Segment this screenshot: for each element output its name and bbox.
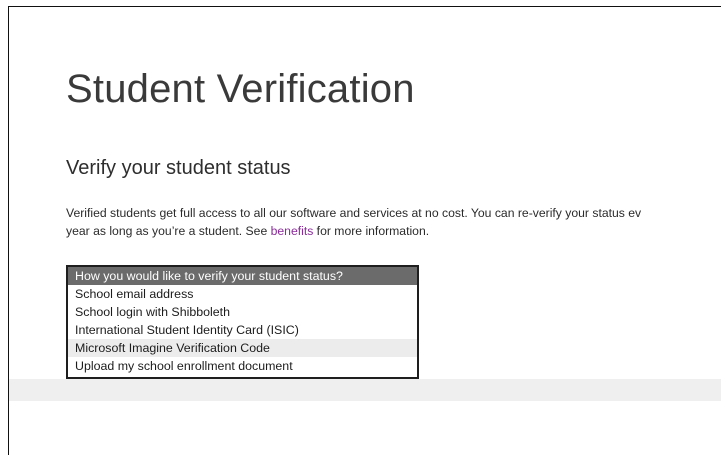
verification-description: Verified students get full access to all… bbox=[66, 204, 721, 240]
content-frame: Student Verification Verify your student… bbox=[8, 6, 721, 455]
section-title: Verify your student status bbox=[66, 157, 291, 179]
option-imagine-code[interactable]: Microsoft Imagine Verification Code bbox=[68, 339, 417, 357]
page-footer-band bbox=[9, 379, 721, 401]
description-line-1: Verified students get full access to all… bbox=[66, 206, 642, 220]
description-line-2: year as long as you’re a student. See be… bbox=[66, 222, 721, 240]
option-school-email[interactable]: School email address bbox=[68, 285, 417, 303]
option-upload-document[interactable]: Upload my school enrollment document bbox=[68, 357, 417, 375]
option-shibboleth-login[interactable]: School login with Shibboleth bbox=[68, 303, 417, 321]
option-isic-card[interactable]: International Student Identity Card (ISI… bbox=[68, 321, 417, 339]
description-text-end: for more information. bbox=[313, 224, 430, 238]
page-title: Student Verification bbox=[66, 67, 415, 111]
option-placeholder[interactable]: How you would like to verify your studen… bbox=[68, 267, 417, 285]
benefits-link[interactable]: benefits bbox=[271, 224, 314, 238]
description-text: year as long as you’re a student. See bbox=[66, 224, 271, 238]
verification-method-dropdown[interactable]: How you would like to verify your studen… bbox=[66, 265, 419, 379]
